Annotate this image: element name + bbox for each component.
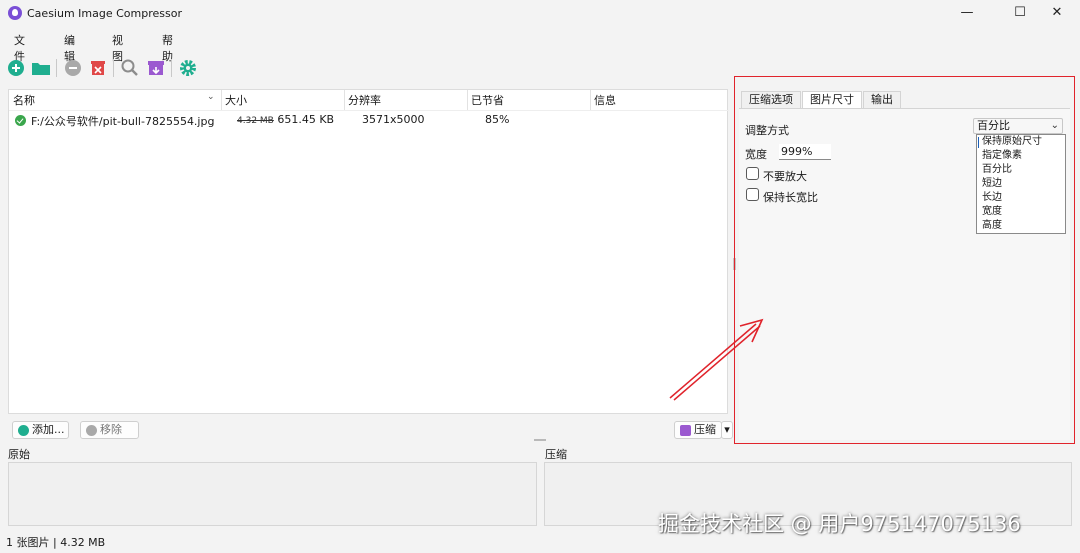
title-bar: Caesium Image Compressor — ☐ ✕	[0, 0, 1080, 28]
window-title: Caesium Image Compressor	[27, 7, 182, 20]
check-circle-icon	[15, 115, 26, 126]
compressed-preview-label: 压缩	[545, 448, 567, 461]
toolbar-separator	[113, 59, 114, 77]
remove-icon	[86, 425, 97, 436]
column-divider	[467, 90, 468, 110]
search-icon[interactable]	[120, 58, 140, 78]
file-list[interactable]: 名称 ⌄ 大小 分辨率 已节省 信息 F:/公众号软件/pit-bull-782…	[8, 89, 729, 414]
toolbar-separator	[171, 59, 172, 77]
tab-compression-options[interactable]: 压缩选项	[741, 91, 801, 108]
compressed-size: 651.45 KB	[277, 113, 335, 126]
open-folder-icon[interactable]	[31, 58, 51, 78]
close-button[interactable]: ✕	[1034, 0, 1080, 28]
remove-button[interactable]: 移除	[80, 421, 139, 439]
clear-list-icon[interactable]	[88, 58, 108, 78]
dropdown-option[interactable]: 宽度	[982, 205, 1002, 219]
file-size: 4.32 MB 651.45 KB	[237, 113, 334, 126]
dropdown-option[interactable]: 短边	[982, 177, 1002, 191]
column-divider	[344, 90, 345, 110]
add-button-label: 添加...	[32, 423, 65, 436]
compress-button[interactable]: 压缩	[674, 421, 722, 439]
column-divider	[590, 90, 591, 110]
resize-mode-dropdown: 保持原始尺寸 指定像素 百分比 短边 长边 宽度 高度	[976, 134, 1066, 234]
no-upscale-checkbox[interactable]	[746, 167, 759, 180]
compress-icon[interactable]	[146, 58, 166, 78]
add-icon[interactable]	[6, 58, 26, 78]
settings-icon[interactable]	[178, 58, 198, 78]
add-button[interactable]: 添加...	[12, 421, 69, 439]
column-name[interactable]: 名称	[13, 92, 35, 110]
toolbar-separator	[56, 59, 57, 77]
tab-image-size[interactable]: 图片尺寸	[802, 91, 862, 108]
annotation-arrow	[669, 318, 764, 401]
width-input[interactable]: 999%	[779, 144, 831, 160]
horizontal-splitter-handle[interactable]	[534, 439, 546, 441]
dropdown-option[interactable]: 指定像素	[982, 149, 1022, 163]
status-bar: 1 张图片 | 4.32 MB	[6, 536, 106, 549]
column-saved[interactable]: 已节省	[471, 92, 504, 110]
chevron-down-icon: ⌄	[1050, 120, 1059, 131]
sort-chevron-icon[interactable]: ⌄	[207, 92, 215, 110]
dropdown-option[interactable]: 百分比	[982, 163, 1012, 177]
remove-button-label: 移除	[100, 423, 122, 436]
header-separator	[9, 110, 729, 111]
add-icon	[18, 425, 29, 436]
dropdown-option[interactable]: 高度	[982, 219, 1002, 233]
keep-aspect-label: 保持长宽比	[763, 191, 818, 204]
column-divider	[221, 90, 222, 110]
resize-mode-label: 调整方式	[745, 124, 789, 137]
app-logo-icon	[8, 6, 22, 20]
text-cursor	[978, 137, 979, 148]
compress-dropdown-button[interactable]: ▾	[721, 421, 733, 439]
column-size[interactable]: 大小	[225, 92, 247, 110]
original-preview	[8, 462, 537, 526]
settings-panel: 压缩选项 图片尺寸 输出 调整方式 百分比 ⌄ 宽度 999% 不要放大 保持长…	[734, 76, 1075, 444]
file-name: F:/公众号软件/pit-bull-7825554.jpg	[31, 115, 215, 128]
compress-icon	[680, 425, 691, 436]
original-size: 4.32 MB	[237, 116, 274, 126]
resize-mode-value: 百分比	[977, 119, 1010, 132]
compress-button-label: 压缩	[694, 423, 716, 436]
width-label: 宽度	[745, 148, 767, 161]
toolbar	[0, 56, 210, 82]
minimize-button[interactable]: —	[944, 0, 990, 28]
keep-aspect-checkbox[interactable]	[746, 188, 759, 201]
remove-icon[interactable]	[63, 58, 83, 78]
dropdown-option[interactable]: 保持原始尺寸	[982, 135, 1042, 149]
dropdown-option[interactable]: 长边	[982, 191, 1002, 205]
watermark: 掘金技术社区 @ 用户975147075136	[658, 512, 1021, 536]
file-saved: 85%	[485, 113, 510, 126]
image-size-panel: 调整方式 百分比 ⌄ 宽度 999% 不要放大 保持长宽比 保持原始尺寸 指定像…	[739, 108, 1070, 440]
file-resolution: 3571x5000	[362, 113, 425, 126]
column-info[interactable]: 信息	[594, 92, 616, 110]
no-upscale-label: 不要放大	[763, 170, 807, 183]
tab-output[interactable]: 输出	[863, 91, 901, 108]
original-preview-label: 原始	[8, 448, 30, 461]
column-resolution[interactable]: 分辨率	[348, 92, 381, 110]
resize-mode-select[interactable]: 百分比 ⌄	[973, 118, 1063, 134]
